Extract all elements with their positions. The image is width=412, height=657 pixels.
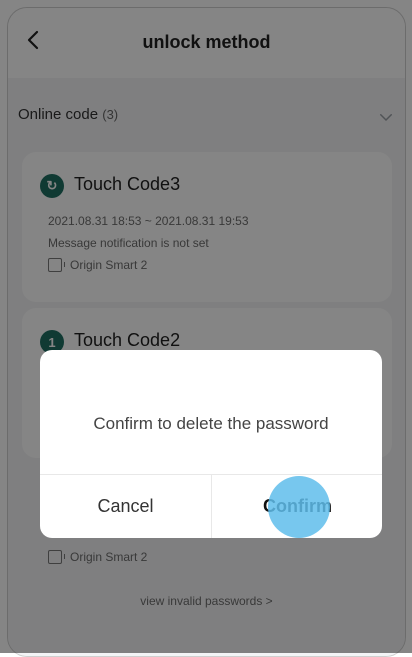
modal-overlay <box>0 0 412 653</box>
touch-indicator <box>268 476 330 538</box>
dialog-message: Confirm to delete the password <box>93 414 329 433</box>
confirm-delete-dialog: Confirm to delete the password Cancel Co… <box>40 350 382 538</box>
cancel-button[interactable]: Cancel <box>40 474 211 538</box>
